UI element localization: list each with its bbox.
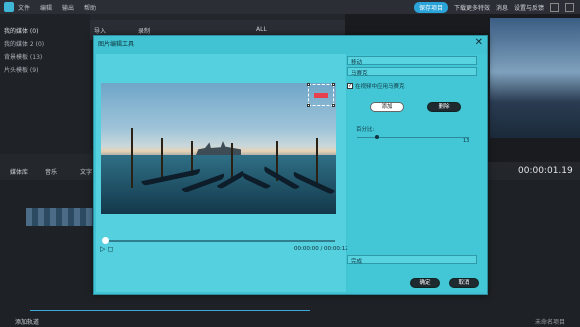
bottom-select[interactable]: 完成 (347, 255, 477, 265)
effect-select[interactable]: 移动 (347, 56, 477, 66)
menu-edit[interactable]: 编辑 (40, 3, 52, 12)
preferences-link[interactable]: 设置与反馈 (514, 3, 544, 12)
library-item[interactable]: 背景模板 (13) (0, 50, 90, 63)
app-logo-icon (4, 2, 14, 12)
menu-export[interactable]: 输出 (62, 3, 74, 12)
play-icon[interactable]: ▷ ◻ (100, 245, 113, 253)
preview-timecode: 00:00:01.19 (518, 166, 573, 176)
checkbox-box[interactable]: ✓ (347, 83, 353, 89)
news-link[interactable]: 消息 (496, 3, 508, 12)
percent-value: 13 (463, 138, 470, 144)
checkbox-label: 在视频中应用马赛克 (355, 84, 405, 90)
resize-handle[interactable] (332, 104, 335, 107)
menu-bar: 文件 编辑 输出 帮助 保存项目 下载更多特效 消息 设置与反馈 (0, 0, 580, 14)
library-item[interactable]: 我的媒体 2 (0) (0, 37, 90, 50)
cancel-button[interactable]: 取消 (449, 278, 479, 288)
menu-help[interactable]: 帮助 (84, 3, 96, 12)
project-name: 未命名项目 (535, 319, 566, 326)
mooring-post (316, 138, 318, 183)
playback-scrubber[interactable] (102, 240, 335, 242)
add-track-button[interactable]: 添加轨道 (15, 317, 39, 326)
lamp-post (131, 128, 133, 188)
library-item[interactable]: 我的媒体 (0) (0, 24, 90, 37)
mosaic-selection-box[interactable] (307, 83, 335, 107)
video-clip[interactable] (26, 208, 96, 226)
library-panel: 我的媒体 (0) 我的媒体 2 (0) 背景模板 (13) 片头模板 (9) (0, 14, 90, 154)
close-window-icon[interactable] (565, 3, 574, 12)
apply-mosaic-checkbox[interactable]: ✓ 在视频中应用马赛克 (347, 82, 405, 90)
mooring-post (161, 138, 163, 178)
dialog-title: 图片编辑工具 (98, 41, 135, 48)
import-button[interactable]: 导入 (94, 26, 106, 35)
photo-preview (101, 83, 336, 214)
delete-button[interactable]: 删除 (427, 102, 461, 112)
image-edit-dialog: 图片编辑工具 ✕ ▷ ◻ 00:00:00 / 00:00:12 移动 马赛克 … (93, 35, 488, 295)
preview-image (490, 18, 580, 138)
audio-tab[interactable]: 音乐 (45, 167, 57, 176)
resize-handle[interactable] (307, 83, 310, 86)
library-item[interactable]: 片头模板 (9) (0, 63, 90, 76)
island-silhouette (196, 141, 241, 155)
close-icon[interactable]: ✕ (475, 37, 483, 48)
percent-slider-knob[interactable] (375, 135, 379, 139)
scrubber-knob[interactable] (102, 237, 109, 244)
ok-button[interactable]: 确定 (410, 278, 440, 288)
record-button[interactable]: 录制 (138, 26, 150, 35)
percent-label: 百分比: (356, 127, 375, 133)
filter-dropdown[interactable]: ALL (256, 26, 267, 33)
mooring-post (231, 143, 233, 178)
download-effects-link[interactable]: 下载更多特效 (454, 3, 490, 12)
text-tab[interactable]: 文字 (80, 167, 92, 176)
type-select[interactable]: 马赛克 (347, 67, 477, 77)
timeline-scrollbar[interactable] (30, 310, 310, 311)
media-tab[interactable]: 媒体库 (10, 167, 28, 176)
resize-handle[interactable] (332, 83, 335, 86)
menu-file[interactable]: 文件 (18, 3, 30, 12)
add-button[interactable]: 添加 (370, 102, 404, 112)
save-project-button[interactable]: 保存项目 (413, 2, 448, 13)
minimize-icon[interactable] (550, 3, 559, 12)
time-display: 00:00:00 / 00:00:12 (294, 246, 349, 252)
resize-handle[interactable] (307, 104, 310, 107)
percent-slider[interactable] (357, 137, 469, 138)
